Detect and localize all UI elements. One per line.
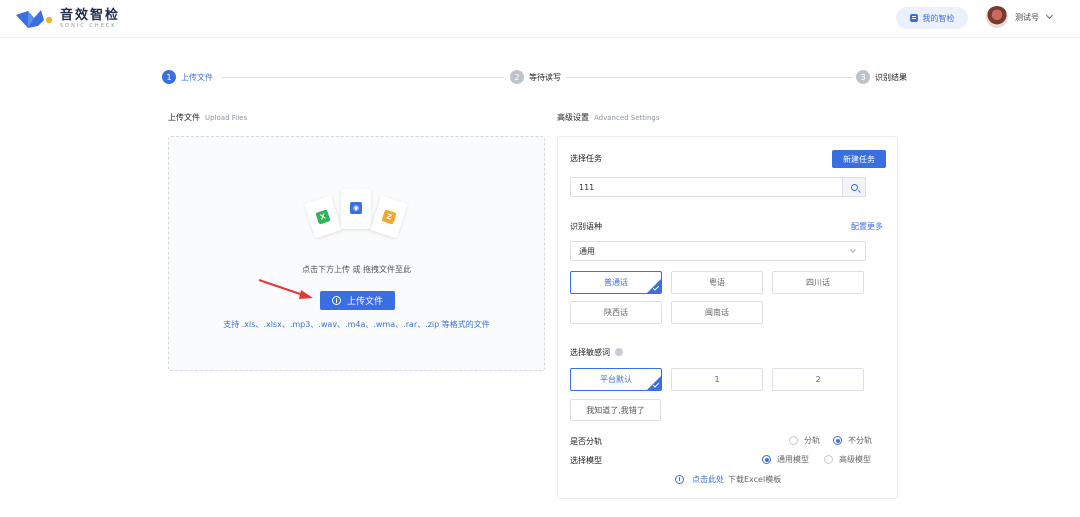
upload-button-label: 上传文件	[346, 297, 383, 307]
step-upload: 1 上传文件	[162, 70, 213, 84]
radio-circle	[762, 455, 771, 464]
avatar	[986, 6, 1008, 28]
my-check-button[interactable]: 我的智检	[896, 7, 968, 29]
advanced-title: 高级设置	[557, 113, 589, 122]
logo-title: 音效智检	[60, 8, 121, 23]
search-icon	[850, 183, 858, 191]
step-connector	[222, 77, 504, 78]
chevron-down-icon	[1045, 11, 1054, 20]
configure-more-link[interactable]: 配置更多	[851, 221, 883, 232]
step-label: 识别结果	[875, 72, 907, 82]
upload-file-button[interactable]: 上传文件	[320, 291, 395, 310]
dialect-label: 识别语种	[570, 222, 602, 231]
task-label: 选择任务	[570, 154, 602, 163]
logo-subtitle: SONIC CHECK	[60, 23, 117, 29]
red-arrow-icon	[258, 279, 313, 299]
document-icon	[909, 14, 918, 22]
step-number: 3	[856, 70, 870, 84]
advanced-settings-panel: 选择任务 新建任务 111 识别语种 配置更多 通用 普通话 粤语 四川话 陕西…	[557, 136, 898, 499]
upload-cloud-icon	[331, 296, 341, 305]
download-link[interactable]: 点击此处	[692, 474, 724, 485]
chevron-down-icon	[850, 247, 856, 253]
dialect-option-sichuan[interactable]: 四川话	[772, 271, 864, 294]
acknowledge-button[interactable]: 我知道了,我错了	[570, 399, 661, 421]
progress-steps: 1 上传文件 2 等待读写 3 识别结果	[162, 70, 918, 86]
upload-section-title: 上传文件 Upload Files	[168, 112, 247, 123]
advanced-title-en: Advanced Settings	[594, 114, 660, 122]
radio-general-model[interactable]: 通用模型	[762, 454, 809, 465]
step-number: 1	[162, 70, 176, 84]
my-check-label: 我的智检	[922, 13, 955, 23]
advanced-section-title: 高级设置 Advanced Settings	[557, 112, 660, 123]
sensitive-option-default[interactable]: 平台默认	[570, 368, 662, 391]
dialect-option-mandarin[interactable]: 普通话	[570, 271, 662, 294]
top-bar: 音效智检 SONIC CHECK 我的智检 测试号	[0, 0, 1080, 38]
step-connector	[566, 77, 852, 78]
dialect-option-minnan[interactable]: 闽南话	[671, 301, 763, 324]
drop-hint: 点击下方上传 或 拖拽文件至此	[301, 265, 412, 274]
split-track-label: 是否分轨	[570, 437, 602, 446]
radio-advanced-model[interactable]: 高级模型	[824, 454, 871, 465]
new-task-button[interactable]: 新建任务	[832, 150, 886, 168]
task-search-button[interactable]	[842, 177, 866, 197]
radio-split[interactable]: 分轨	[789, 435, 820, 446]
step-label: 等待读写	[529, 72, 561, 82]
dialect-option-shaanxi[interactable]: 陕西话	[570, 301, 662, 324]
step-result: 3 识别结果	[856, 70, 907, 84]
supported-formats: 支持 .xls、.xlsx、.mp3、.wav、.m4a、.wma、.rar、.…	[223, 320, 490, 329]
logo[interactable]: 音效智检 SONIC CHECK	[14, 6, 120, 32]
task-input[interactable]: 111	[570, 177, 866, 197]
sensitive-option-2[interactable]: 2	[772, 368, 864, 391]
step-waiting: 2 等待读写	[510, 70, 561, 84]
dialect-option-cantonese[interactable]: 粤语	[671, 271, 763, 294]
step-label: 上传文件	[181, 72, 213, 82]
step-number: 2	[510, 70, 524, 84]
radio-circle	[833, 436, 842, 445]
excel-file-icon: X	[304, 195, 342, 239]
sensitive-words-label: 选择敏感词	[570, 347, 623, 358]
radio-circle	[824, 455, 833, 464]
radio-no-split[interactable]: 不分轨	[833, 435, 872, 446]
user-name: 测试号	[1015, 12, 1039, 22]
download-template: 点击此处 下载Excel模板	[675, 474, 781, 485]
model-label: 选择模型	[570, 456, 602, 465]
audio-file-icon: ◉	[341, 189, 371, 229]
bird-logo-icon	[16, 10, 53, 28]
download-icon	[675, 475, 684, 484]
upload-dropzone[interactable]: X ◉ Z 点击下方上传 或 拖拽文件至此 上传文件 支持 .xls、.xlsx…	[168, 136, 545, 371]
download-text: 下载Excel模板	[728, 475, 782, 484]
info-icon[interactable]	[615, 348, 623, 356]
zip-file-icon: Z	[370, 195, 408, 239]
upload-title: 上传文件	[168, 113, 200, 122]
sensitive-option-1[interactable]: 1	[671, 368, 763, 391]
upload-title-en: Upload Files	[205, 114, 248, 122]
radio-circle	[789, 436, 798, 445]
language-select[interactable]: 通用	[570, 241, 866, 261]
language-select-value: 通用	[579, 246, 595, 256]
file-illustration: X ◉ Z	[301, 189, 411, 239]
user-menu[interactable]: 测试号	[986, 6, 1054, 28]
